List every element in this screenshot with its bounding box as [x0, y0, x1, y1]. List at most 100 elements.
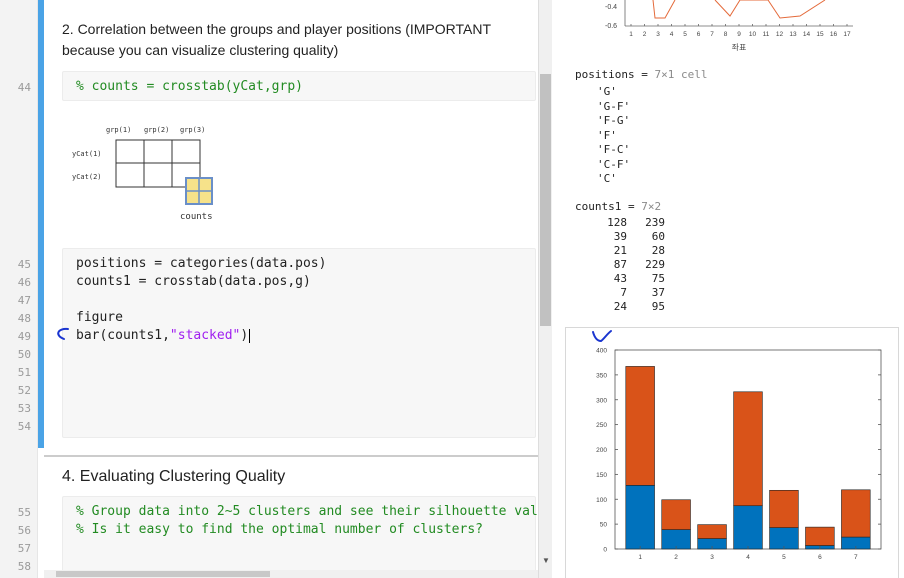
line-number: 46 — [17, 276, 31, 289]
stacked-bar-chart[interactable]: 0 50 100 150 200 250 300 350 400 1 2 3 4 5 6 7 — [565, 327, 899, 578]
y-tick-label: 200 — [596, 447, 607, 454]
line-number: 54 — [17, 420, 31, 433]
positions-value: 'G-F' — [597, 99, 631, 113]
matlab-live-editor: 44 45 46 47 48 49 50 51 52 53 54 55 56 5… — [0, 0, 904, 578]
x-axis-label: 좌표 — [732, 43, 747, 52]
line-number: 47 — [17, 294, 31, 307]
code-line: figure — [76, 310, 123, 325]
x-tick-label: 13 — [789, 31, 797, 38]
section-heading-text[interactable]: 2. Correlation between the groups and pl… — [62, 19, 491, 61]
x-tick-label: 11 — [763, 31, 770, 38]
pen-annotation — [592, 330, 612, 343]
editor-vertical-scrollbar[interactable]: ▼ — [538, 0, 552, 578]
x-tick-label: 2 — [674, 554, 678, 561]
x-tick-label: 17 — [843, 31, 851, 38]
x-tick-label: 14 — [803, 31, 811, 38]
x-tick-label: 8 — [724, 31, 728, 38]
x-tick-label: 6 — [818, 554, 822, 561]
code-line: positions = categories(data.pos) — [76, 256, 327, 271]
matrix-cell: 21 — [613, 244, 627, 257]
x-tick-label: 6 — [697, 31, 701, 38]
code-token: bar(counts1, — [76, 328, 170, 343]
x-tick-label: 4 — [746, 554, 750, 561]
code-block[interactable]: positions = categories(data.pos) counts1… — [62, 248, 536, 438]
line-number: 53 — [17, 402, 31, 415]
x-tick-label: 5 — [782, 554, 786, 561]
positions-value: 'G' — [597, 85, 617, 98]
line-number: 56 — [17, 524, 31, 537]
x-tick-label: 7 — [710, 31, 714, 38]
scrollbar-thumb[interactable] — [540, 74, 551, 326]
line-number: 57 — [17, 542, 31, 555]
bar-segment — [769, 527, 799, 550]
diagram-row-header: yCat(2) — [72, 173, 102, 181]
positions-value: 'C' — [597, 172, 617, 185]
variable-label: counts1 = — [575, 200, 642, 213]
previous-figure-plot: -0.4 -0.6 1 2 3 4 5 6 7 8 9 10 11 12 13 14 15 16 17 좌표 — [605, 0, 853, 52]
scroll-down-arrow-icon[interactable]: ▼ — [542, 556, 550, 565]
matrix-cell: 7 — [620, 286, 627, 299]
pen-annotation — [57, 327, 69, 340]
bar-segment — [769, 489, 799, 528]
line-number: 58 — [17, 560, 31, 573]
line-number: 48 — [17, 312, 31, 325]
code-block[interactable]: % counts = crosstab(yCat,grp) — [62, 71, 536, 101]
positions-value: 'F-G' — [597, 114, 631, 127]
variable-output-counts1: counts1 = 7×2 — [575, 200, 661, 213]
code-block[interactable]: % Group data into 2~5 clusters and see t… — [62, 496, 546, 578]
line-number: 45 — [17, 258, 31, 271]
x-tick-label: 12 — [776, 31, 784, 38]
y-tick-label: 100 — [596, 497, 607, 504]
code-line-comment: % counts = crosstab(yCat,grp) — [76, 79, 303, 94]
bar-segment — [841, 489, 871, 538]
y-tick-label: 300 — [596, 397, 607, 404]
matrix-cell: 95 — [651, 300, 665, 313]
matrix-cell: 43 — [613, 272, 627, 285]
code-line-comment: % Is it easy to find the optimal number … — [76, 522, 483, 537]
x-tick-label: 16 — [830, 31, 838, 38]
x-tick-label: 1 — [638, 554, 642, 561]
variable-output-positions: positions = 7×1 cell — [575, 68, 707, 81]
text-cursor — [249, 328, 251, 343]
matrix-cell: 39 — [613, 230, 627, 243]
line-number: 52 — [17, 384, 31, 397]
crosstab-diagram: grp(1) grp(2) grp(3) yCat(1) yCat(2) cou… — [72, 126, 213, 222]
matrix-cell: 128 — [607, 216, 627, 229]
bar-segment — [625, 485, 655, 550]
bar-segment — [625, 366, 655, 486]
x-tick-label: 9 — [737, 31, 741, 38]
matrix-cell: 28 — [651, 244, 665, 257]
x-tick-label: 15 — [816, 31, 824, 38]
bar-segment — [733, 391, 763, 507]
bar-segment — [661, 499, 691, 530]
line-number: 55 — [17, 506, 31, 519]
code-line-comment: % Group data into 2~5 clusters and see t… — [76, 504, 546, 519]
x-tick-label: 5 — [683, 31, 687, 38]
y-tick-label: 400 — [596, 348, 607, 355]
diagram-highlight-cell — [185, 177, 213, 205]
line-number: 50 — [17, 348, 31, 361]
scrollbar-thumb[interactable] — [56, 571, 270, 577]
x-tick-label: 1 — [629, 31, 633, 38]
y-tick-label: -0.4 — [605, 4, 617, 11]
matrix-cell: 60 — [651, 230, 665, 243]
y-tick-label: 250 — [596, 422, 607, 429]
x-tick-label: 7 — [854, 554, 858, 561]
diagram-label: counts — [180, 212, 213, 222]
code-line: counts1 = crosstab(data.pos,g) — [76, 274, 311, 289]
y-tick-label: 150 — [596, 472, 607, 479]
matrix-cell: 24 — [613, 300, 627, 313]
matrix-cell: 239 — [645, 216, 665, 229]
bar-segment — [697, 524, 727, 539]
section-heading-line: because you can visualize clustering qua… — [62, 42, 339, 58]
matrix-cell: 87 — [613, 258, 627, 271]
line-number: 49 — [17, 330, 31, 343]
code-token: ) — [240, 328, 249, 343]
positions-value: 'C-F' — [597, 157, 631, 171]
diagram-col-header: grp(2) — [144, 126, 169, 134]
line-series — [714, 0, 826, 19]
section-heading[interactable]: 4. Evaluating Clustering Quality — [62, 466, 285, 487]
section-heading-line: 2. Correlation between the groups and pl… — [62, 21, 492, 37]
editor-horizontal-scrollbar[interactable] — [44, 570, 538, 578]
code-string-token: "stacked" — [169, 328, 241, 343]
